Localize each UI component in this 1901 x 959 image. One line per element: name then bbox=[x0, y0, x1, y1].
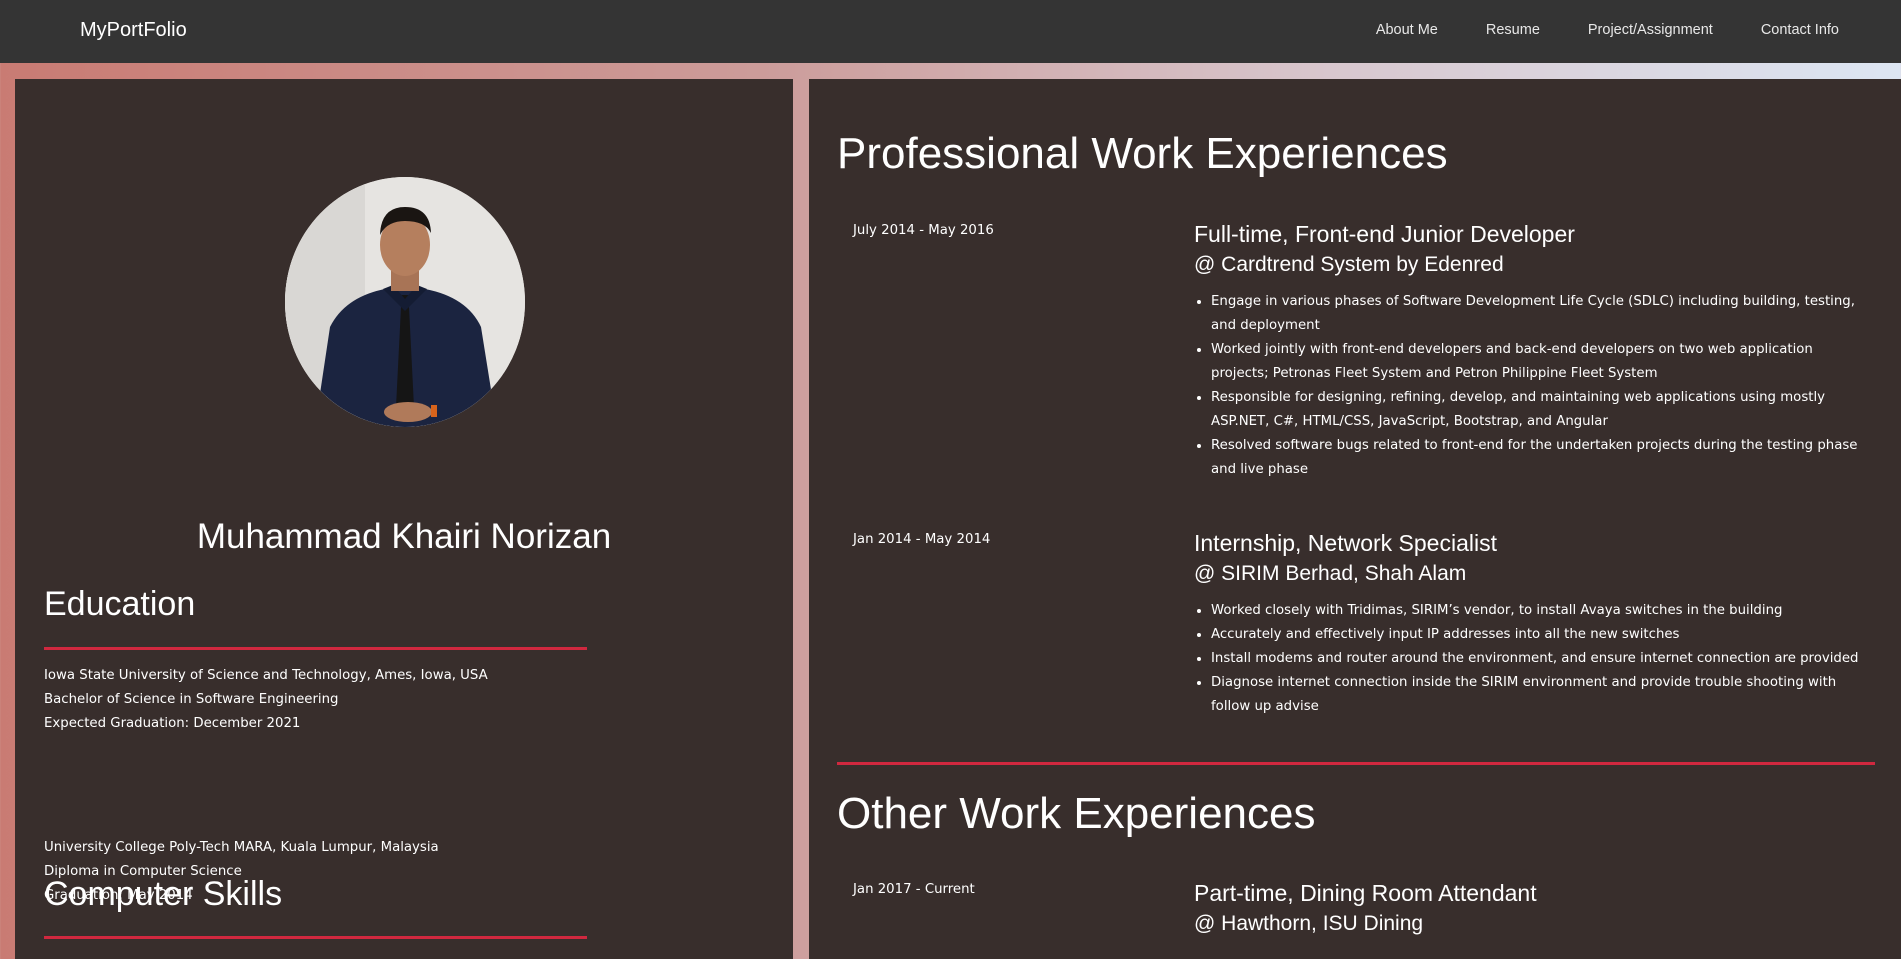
job-duty-item: Resolved software bugs related to front-… bbox=[1211, 434, 1871, 482]
job-title: Part-time, Dining Room Attendant bbox=[1194, 880, 1537, 906]
education-heading: Education bbox=[44, 585, 196, 623]
job-duty-item: Accurately and effectively input IP addr… bbox=[1211, 623, 1871, 647]
job-date: July 2014 - May 2016 bbox=[853, 223, 994, 238]
job-duties-list: Worked closely with Tridimas, SIRIM’s ve… bbox=[1211, 599, 1871, 719]
education-degree: Bachelor of Science in Software Engineer… bbox=[44, 692, 339, 707]
job-title: Internship, Network Specialist bbox=[1194, 530, 1497, 556]
professional-experience-heading: Professional Work Experiences bbox=[837, 129, 1448, 178]
computer-skills-heading: Computer Skills bbox=[44, 875, 283, 913]
education-school: University College Poly-Tech MARA, Kuala… bbox=[44, 840, 439, 855]
nav-link-resume[interactable]: Resume bbox=[1486, 22, 1540, 38]
job-duty-item: Worked closely with Tridimas, SIRIM’s ve… bbox=[1211, 599, 1871, 623]
job-duty-item: Worked jointly with front-end developers… bbox=[1211, 338, 1871, 386]
job-duties-list: Engage in various phases of Software Dev… bbox=[1211, 290, 1871, 482]
profile-photo bbox=[285, 177, 525, 427]
nav-link-about-me[interactable]: About Me bbox=[1376, 22, 1438, 38]
job-duty-item: Responsible for designing, refining, dev… bbox=[1211, 386, 1871, 434]
job-company: @ SIRIM Berhad, Shah Alam bbox=[1194, 562, 1467, 585]
experience-divider bbox=[837, 762, 1875, 765]
brand-link[interactable]: MyPortFolio bbox=[80, 19, 187, 42]
profile-panel: Muhammad Khairi Norizan Education Iowa S… bbox=[15, 79, 793, 959]
job-company: @ Hawthorn, ISU Dining bbox=[1194, 912, 1424, 935]
job-title: Full-time, Front-end Junior Developer bbox=[1194, 221, 1575, 247]
nav-links: About Me Resume Project/Assignment Conta… bbox=[1376, 22, 1839, 38]
job-duty-item: Install modems and router around the env… bbox=[1211, 647, 1871, 671]
person-name: Muhammad Khairi Norizan bbox=[196, 517, 612, 556]
other-experience-heading: Other Work Experiences bbox=[837, 789, 1316, 838]
experience-panel: Professional Work Experiences July 2014 … bbox=[809, 79, 1901, 959]
computer-skills-divider bbox=[44, 936, 587, 939]
nav-link-project-assignment[interactable]: Project/Assignment bbox=[1588, 22, 1713, 38]
education-entry: Iowa State University of Science and Tec… bbox=[44, 664, 488, 736]
education-graduation: Expected Graduation: December 2021 bbox=[44, 716, 301, 731]
profile-avatar bbox=[285, 177, 525, 427]
education-divider bbox=[44, 647, 587, 650]
job-date: Jan 2014 - May 2014 bbox=[853, 532, 991, 547]
nav-link-contact-info[interactable]: Contact Info bbox=[1761, 22, 1839, 38]
job-company: @ Cardtrend System by Edenred bbox=[1194, 253, 1504, 276]
job-duty-item: Engage in various phases of Software Dev… bbox=[1211, 290, 1871, 338]
top-navbar: MyPortFolio About Me Resume Project/Assi… bbox=[0, 0, 1901, 63]
job-duty-item: Diagnose internet connection inside the … bbox=[1211, 671, 1871, 719]
job-date: Jan 2017 - Current bbox=[853, 882, 975, 897]
education-school: Iowa State University of Science and Tec… bbox=[44, 668, 488, 683]
